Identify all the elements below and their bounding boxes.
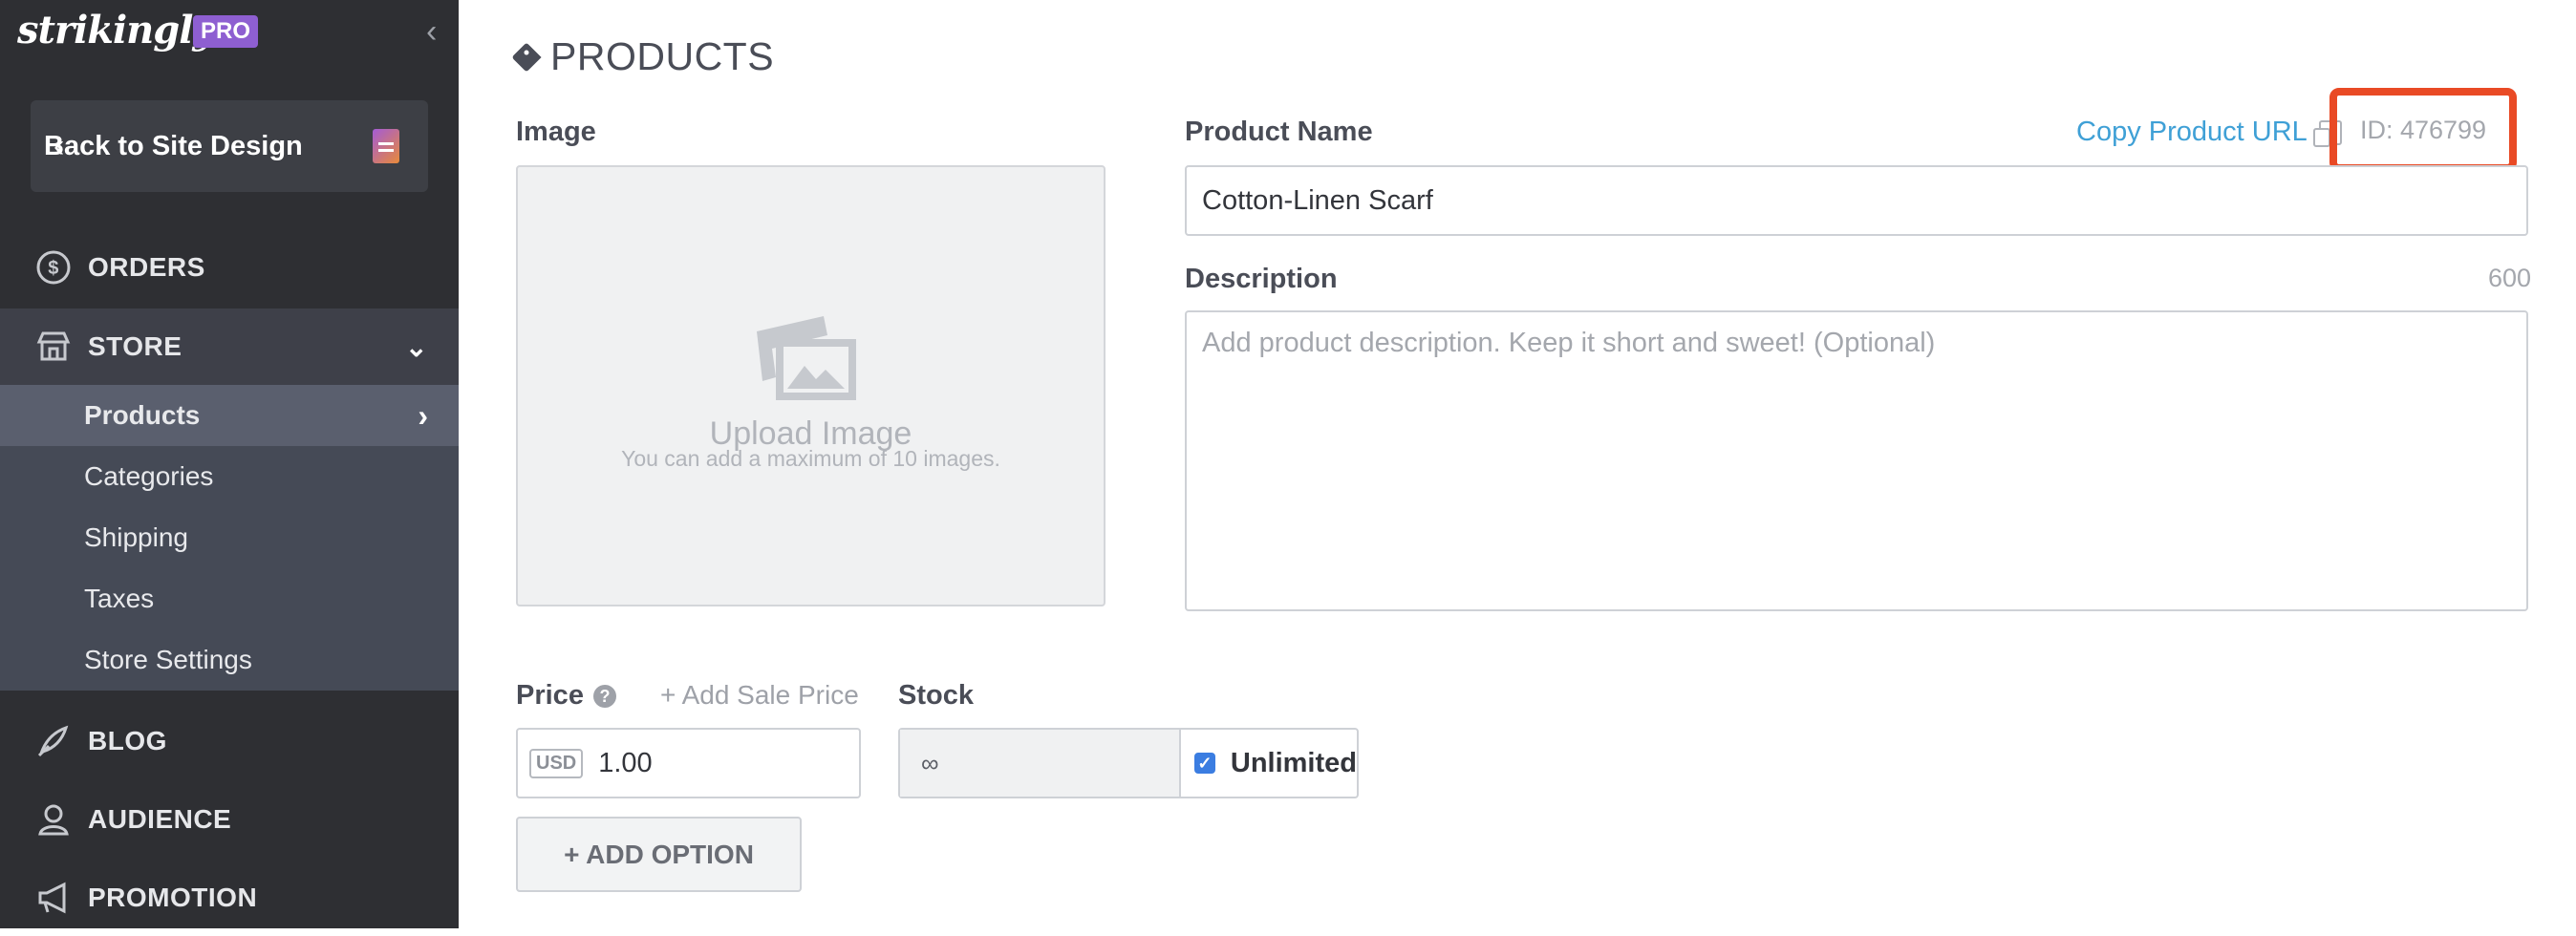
copy-product-url-link[interactable]: Copy Product URL: [2076, 117, 2342, 148]
submenu-item-shipping[interactable]: Shipping: [0, 507, 459, 568]
image-placeholder-icon: [757, 316, 856, 400]
nav-blog[interactable]: BLOG: [0, 703, 459, 779]
checkmark-icon: ✓: [1193, 753, 1215, 774]
collapse-sidebar-icon[interactable]: ‹: [426, 13, 437, 51]
submenu-label: Taxes: [84, 584, 155, 613]
stock-label: Stock: [898, 680, 974, 711]
submenu-item-categories[interactable]: Categories: [0, 446, 459, 507]
nav-promotion-label: PROMOTION: [88, 883, 258, 912]
page-title-text: PRODUCTS: [550, 34, 775, 78]
store-icon: [34, 328, 73, 366]
tag-icon: [511, 41, 542, 73]
product-name-input[interactable]: Cotton-Linen Scarf: [1185, 165, 2528, 236]
image-label: Image: [516, 117, 596, 147]
store-submenu: Products › Categories Shipping Taxes Sto…: [0, 385, 459, 691]
person-icon: [34, 800, 73, 839]
submenu-item-taxes[interactable]: Taxes: [0, 568, 459, 629]
submenu-item-products[interactable]: Products ›: [0, 385, 459, 446]
nav-blog-label: BLOG: [88, 726, 167, 755]
price-label-group: Price?: [516, 680, 616, 712]
sidebar: strikingly PRO ‹ ‹ Back to Site Design $…: [0, 0, 459, 928]
stock-input[interactable]: ∞: [900, 730, 1181, 797]
add-sale-price-link[interactable]: + Add Sale Price: [660, 680, 859, 711]
upload-image-hint: You can add a maximum of 10 images.: [621, 446, 1000, 471]
submenu-label: Products: [84, 400, 201, 430]
chevron-right-icon: ›: [418, 397, 428, 433]
chevron-down-icon: ⌄: [405, 331, 428, 362]
product-editor: PRODUCTS Image Upload Image You can add …: [459, 0, 2576, 928]
document-icon: [373, 129, 399, 163]
price-input[interactable]: USD 1.00: [516, 728, 861, 798]
feather-pen-icon: [34, 722, 73, 760]
back-to-site-design-button[interactable]: ‹ Back to Site Design: [31, 100, 428, 192]
nav-orders-label: ORDERS: [88, 252, 205, 282]
dollar-circle-icon: $: [34, 248, 73, 287]
pro-badge: PRO: [193, 15, 259, 48]
description-textarea[interactable]: Add product description. Keep it short a…: [1185, 310, 2528, 611]
description-label: Description: [1185, 264, 1338, 294]
nav-promotion[interactable]: PROMOTION: [0, 860, 459, 936]
product-id: ID: 476799: [2329, 88, 2517, 172]
help-icon[interactable]: ?: [592, 685, 616, 709]
product-name-label: Product Name: [1185, 117, 1373, 147]
nav-orders[interactable]: $ ORDERS: [0, 229, 459, 306]
nav-audience-label: AUDIENCE: [88, 804, 232, 834]
description-char-counter: 600: [2488, 264, 2532, 292]
stock-field: ∞ ✓ Unlimited: [898, 728, 1359, 798]
add-option-button[interactable]: + ADD OPTION: [516, 817, 802, 892]
price-label: Price: [516, 680, 584, 711]
image-upload-area[interactable]: Upload Image You can add a maximum of 10…: [516, 165, 1106, 606]
back-button-label: Back to Site Design: [44, 130, 303, 161]
nav-store[interactable]: STORE ⌄: [0, 308, 459, 385]
svg-text:$: $: [48, 258, 59, 279]
currency-badge: USD: [529, 748, 584, 778]
unlimited-label: Unlimited: [1230, 747, 1357, 778]
unlimited-checkbox[interactable]: ✓ Unlimited: [1181, 730, 1357, 797]
submenu-item-store-settings[interactable]: Store Settings: [0, 629, 459, 691]
submenu-label: Categories: [84, 461, 214, 491]
page-title: PRODUCTS: [511, 34, 775, 79]
nav-audience[interactable]: AUDIENCE: [0, 781, 459, 858]
submenu-label: Store Settings: [84, 645, 252, 674]
price-value: 1.00: [598, 747, 653, 778]
copy-url-label: Copy Product URL: [2076, 117, 2308, 147]
nav-store-label: STORE: [88, 331, 182, 361]
strikingly-logo[interactable]: strikingly: [17, 8, 215, 53]
submenu-label: Shipping: [84, 522, 188, 552]
megaphone-icon: [34, 879, 73, 917]
